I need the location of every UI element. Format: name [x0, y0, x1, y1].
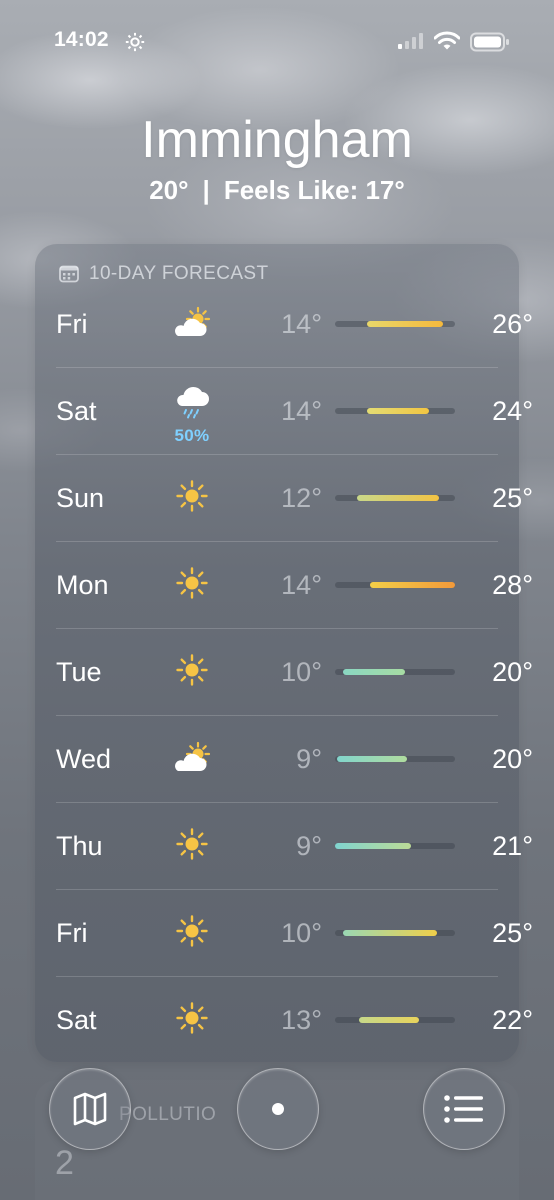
forecast-row[interactable]: Fri 10° 25° [56, 890, 533, 977]
temperature-range-fill [367, 321, 443, 327]
high-temperature: 24° [492, 396, 533, 426]
high-temperature: 22° [492, 1005, 533, 1035]
list-icon [444, 1095, 483, 1123]
signal-icon [398, 33, 424, 54]
forecast-row[interactable]: Thu 9° 21° [56, 803, 533, 890]
temperature-range-bar [335, 321, 455, 327]
map-icon [73, 1092, 107, 1126]
weather-icon-wrap [166, 455, 218, 542]
weather-icon-wrap [166, 716, 218, 803]
temperature-range-fill [356, 495, 440, 501]
battery-icon [470, 32, 510, 57]
low-temperature: 13° [281, 1005, 322, 1035]
weather-icon-wrap [166, 281, 218, 368]
weather-icon-wrap [166, 803, 218, 890]
temperature-range-bar [335, 1017, 455, 1023]
forecast-day: Fri [56, 918, 88, 948]
high-temperature: 20° [492, 657, 533, 687]
temperature-summary: 20° | Feels Like: 17° [0, 174, 554, 206]
temperature-range-fill [335, 843, 411, 849]
gear-icon [124, 31, 146, 58]
low-temperature: 10° [281, 657, 322, 687]
ten-day-forecast-card[interactable]: 10-DAY FORECAST Fri 14° 26° Sat 50% 14° 24° Sun… [35, 244, 533, 1064]
partly-sunny-icon [170, 740, 214, 779]
temperature-range-fill [337, 756, 407, 762]
forecast-row[interactable]: Tue 10° 20° [56, 629, 533, 716]
current-location-dot [272, 1103, 284, 1115]
low-temperature: 10° [281, 918, 322, 948]
forecast-row[interactable]: Sat 13° 22° [56, 977, 533, 1064]
location-header: Immingham 20° | Feels Like: 17° [0, 108, 554, 206]
forecast-day: Wed [56, 744, 112, 774]
forecast-day: Fri [56, 309, 88, 339]
current-temperature: 20° [149, 175, 189, 205]
temperature-range-bar [335, 669, 455, 675]
high-temperature: 20° [492, 744, 533, 774]
sun-icon [175, 827, 209, 866]
sun-icon [175, 479, 209, 518]
temperature-range-fill [343, 669, 405, 675]
low-temperature: 9° [296, 744, 322, 774]
temperature-range-bar [335, 582, 455, 588]
low-temperature: 14° [281, 309, 322, 339]
low-temperature: 9° [296, 831, 322, 861]
sun-icon [175, 1001, 209, 1040]
air-pollution-title: POLLUTIO [119, 1104, 217, 1125]
low-temperature: 12° [281, 483, 322, 513]
map-button[interactable] [49, 1068, 131, 1150]
forecast-day: Tue [56, 657, 102, 687]
sun-icon [175, 914, 209, 953]
temperature-range-bar [335, 408, 455, 414]
forecast-day: Sun [56, 483, 105, 513]
temperature-range-fill [343, 930, 437, 936]
precipitation-chance: 50% [174, 425, 210, 445]
separator: | [202, 175, 210, 205]
forecast-row[interactable]: Mon 14° 28° [56, 542, 533, 629]
status-bar: 14:02 [0, 26, 554, 58]
temperature-range-fill [369, 582, 455, 588]
current-location-button[interactable] [237, 1068, 319, 1150]
weather-icon-wrap [166, 890, 218, 977]
forecast-row[interactable]: Sun 12° 25° [56, 455, 533, 542]
temperature-range-fill [367, 408, 429, 414]
low-temperature: 14° [281, 396, 322, 426]
low-temperature: 14° [281, 570, 322, 600]
status-time: 14:02 [54, 28, 109, 51]
sun-icon [175, 566, 209, 605]
temperature-range-bar [335, 756, 455, 762]
weather-icon-wrap [166, 629, 218, 716]
sun-icon [175, 653, 209, 692]
weather-icon-wrap [166, 542, 218, 629]
high-temperature: 28° [492, 570, 533, 600]
partly-sunny-icon [170, 305, 214, 344]
high-temperature: 25° [492, 918, 533, 948]
high-temperature: 25° [492, 483, 533, 513]
high-temperature: 21° [492, 831, 533, 861]
forecast-row[interactable]: Fri 14° 26° [56, 281, 533, 368]
high-temperature: 26° [492, 309, 533, 339]
feels-like: Feels Like: 17° [223, 175, 405, 205]
temperature-range-fill [359, 1017, 419, 1023]
city-name: Immingham [141, 111, 413, 169]
wifi-icon [433, 31, 461, 56]
temperature-range-bar [335, 930, 455, 936]
rain-icon [174, 386, 210, 425]
forecast-day: Sat [56, 396, 97, 426]
forecast-day: Mon [56, 570, 109, 600]
weather-icon-wrap: 50% [166, 372, 218, 459]
weather-icon-wrap [166, 977, 218, 1064]
temperature-range-bar [335, 495, 455, 501]
forecast-row[interactable]: Sat 50% 14° 24° [56, 368, 533, 455]
forecast-row[interactable]: Wed 9° 20° [56, 716, 533, 803]
locations-list-button[interactable] [423, 1068, 505, 1150]
forecast-day: Thu [56, 831, 103, 861]
temperature-range-bar [335, 843, 455, 849]
air-pollution-value: 2 [55, 1144, 74, 1182]
forecast-day: Sat [56, 1005, 97, 1035]
